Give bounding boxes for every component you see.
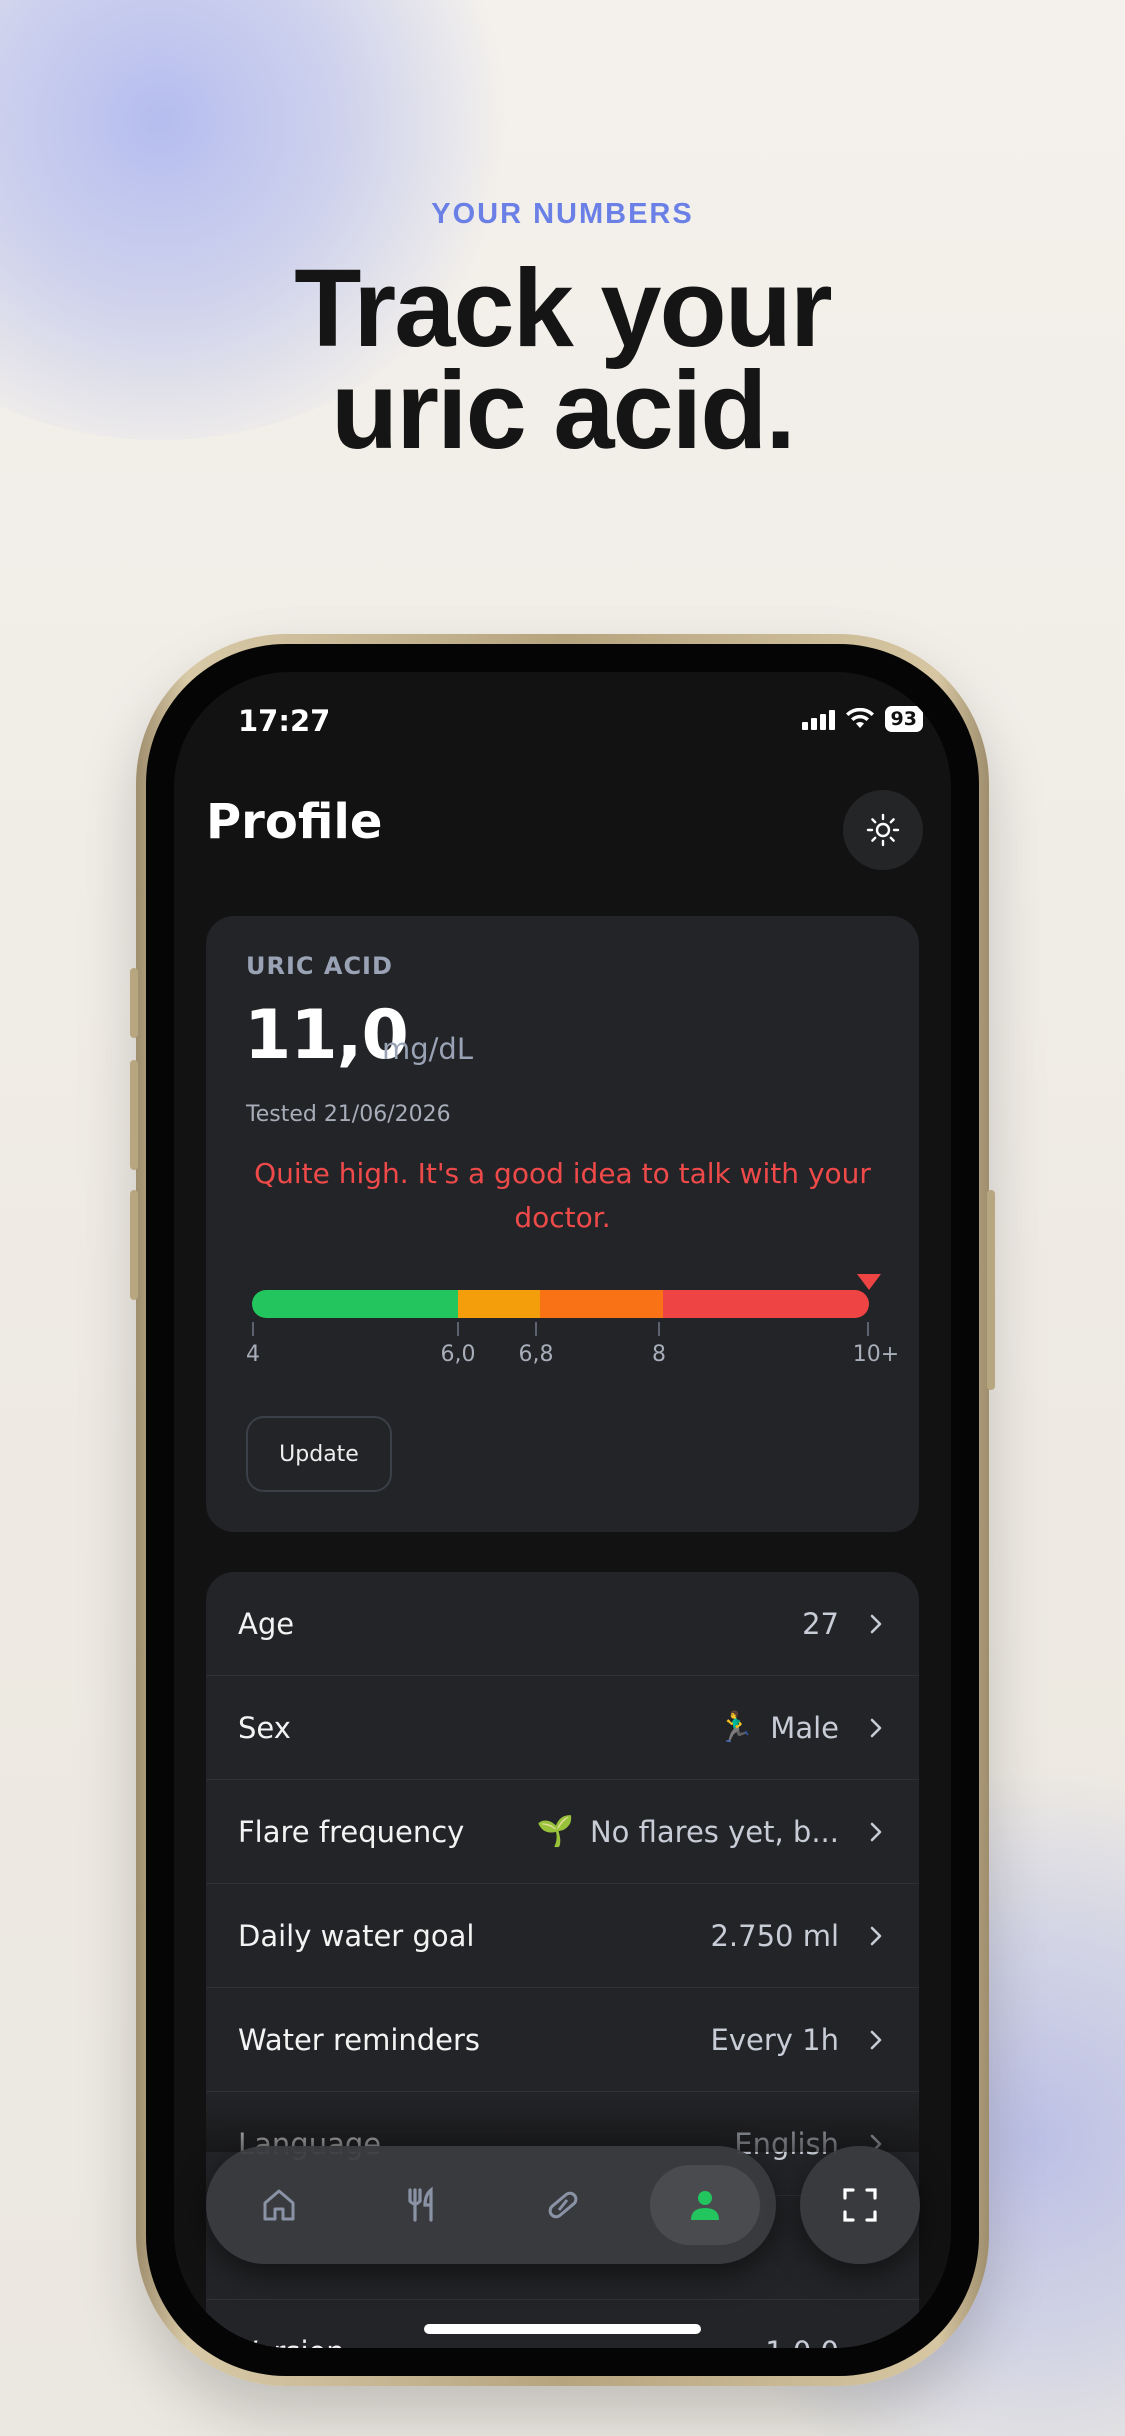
settings-row-label: Age — [238, 1606, 295, 1641]
chevron-right-icon — [870, 1822, 882, 1841]
headline-line-1: Track your — [294, 247, 832, 370]
scale-tick — [252, 1322, 254, 1336]
row-emoji-icon: 🏃‍♂️ — [716, 1710, 755, 1745]
status-time: 17:27 — [238, 704, 331, 738]
sun-icon — [866, 813, 900, 847]
promo-headline: Track your uric acid. — [0, 247, 1125, 472]
row-emoji-icon: 🌱 — [536, 1814, 574, 1849]
settings-row-value: 1.0.0 — [765, 2335, 839, 2349]
settings-row-label: Daily water goal — [238, 1918, 475, 1953]
test-date: Tested 21/06/2026 — [246, 1102, 451, 1127]
scale-tick — [535, 1322, 537, 1336]
home-indicator — [424, 2324, 701, 2334]
scale-segment-borderline — [457, 1290, 540, 1318]
scale-segment-elevated — [539, 1290, 664, 1318]
settings-row-value-text: Male — [770, 1710, 839, 1745]
settings-row-value: 🏃‍♂️ Male — [717, 1710, 839, 1745]
settings-row-value-text: 1.0.0 — [765, 2335, 839, 2349]
theme-toggle-button[interactable] — [843, 790, 923, 870]
settings-row[interactable]: Daily water goal 2.750 ml — [206, 1884, 919, 1988]
scale-segment-normal — [252, 1290, 458, 1318]
settings-row-value-text: Every 1h — [710, 2022, 839, 2057]
scale-tick — [457, 1322, 459, 1336]
settings-row-value: Every 1h — [711, 2023, 839, 2057]
chevron-right-icon — [870, 1926, 882, 1945]
settings-row-value-text: 27 — [802, 1606, 839, 1641]
utensils-icon — [408, 2186, 433, 2222]
chevron-right-icon — [870, 2342, 879, 2348]
settings-row[interactable]: Sex 🏃‍♂️ Male — [206, 1676, 919, 1780]
phone-side-button — [130, 968, 138, 1038]
chevron-right-icon — [870, 2030, 882, 2049]
phone-side-button — [987, 1190, 995, 1390]
chevron-right-icon — [870, 1718, 882, 1737]
settings-row-label: Water reminders — [238, 2022, 481, 2057]
settings-row-value: 🌱 No flares yet, b... — [537, 1814, 839, 1849]
pill-icon — [548, 2191, 578, 2219]
settings-row-label: Flare frequency — [238, 1814, 465, 1849]
settings-row-value-text: No flares yet, b... — [589, 1814, 839, 1849]
settings-row[interactable]: Water reminders Every 1h — [206, 1988, 919, 2092]
settings-row-value: 27 — [802, 1607, 839, 1641]
update-button[interactable]: Update — [246, 1416, 392, 1492]
scale-tick-label: 8 — [652, 1342, 666, 1367]
wifi-icon — [845, 708, 874, 728]
settings-row-label: Sex — [238, 1710, 291, 1745]
settings-row-label: Version — [238, 2335, 765, 2349]
scale-tick — [658, 1322, 660, 1336]
uric-acid-card: URIC ACID 11,0 mg/dL Tested 21/06/2026 Q… — [206, 916, 919, 1532]
tab-bar — [206, 2146, 776, 2264]
tab-meals[interactable] — [366, 2165, 476, 2245]
tab-medication[interactable] — [508, 2165, 618, 2245]
battery-icon: 93 — [884, 706, 923, 732]
app-screen: 17:27 93 Profile URIC ACID 11,0 mg/dL Te… — [174, 672, 951, 2348]
settings-row[interactable]: Flare frequency 🌱 No flares yet, b... — [206, 1780, 919, 1884]
uric-acid-unit: mg/dL — [382, 1032, 473, 1066]
current-value-marker — [857, 1274, 881, 1290]
chevron-right-icon — [870, 1614, 882, 1633]
tab-home[interactable] — [224, 2165, 334, 2245]
scale-segment-high — [663, 1290, 869, 1318]
uric-acid-label: URIC ACID — [246, 952, 393, 980]
settings-row-value-text: 2.750 ml — [710, 1918, 839, 1953]
headline-line-2: uric acid. — [331, 349, 796, 472]
scale-tick-label: 6,0 — [440, 1342, 476, 1367]
scan-icon — [843, 2188, 877, 2222]
scale-tick-label: 6,8 — [518, 1342, 554, 1367]
risk-message: Quite high. It's a good idea to talk wit… — [254, 1157, 871, 1234]
settings-row-value: 2.750 ml — [710, 1919, 839, 1953]
tab-profile[interactable] — [650, 2165, 760, 2245]
profile-icon — [691, 2191, 719, 2220]
settings-row[interactable]: Age 27 — [206, 1572, 919, 1676]
phone-side-button — [130, 1190, 138, 1300]
uric-acid-scale-bar — [252, 1290, 869, 1318]
status-icons: 93 — [801, 706, 923, 732]
home-icon — [263, 2189, 295, 2221]
scale-tick-label: 10+ — [852, 1342, 900, 1367]
page-title: Profile — [206, 794, 383, 850]
scale-tick-label: 4 — [246, 1342, 260, 1367]
signal-icon — [801, 708, 835, 730]
scan-button[interactable] — [800, 2146, 920, 2264]
scale-tick — [867, 1322, 869, 1336]
phone-side-button — [130, 1060, 138, 1170]
promo-eyebrow: YOUR NUMBERS — [431, 198, 694, 230]
